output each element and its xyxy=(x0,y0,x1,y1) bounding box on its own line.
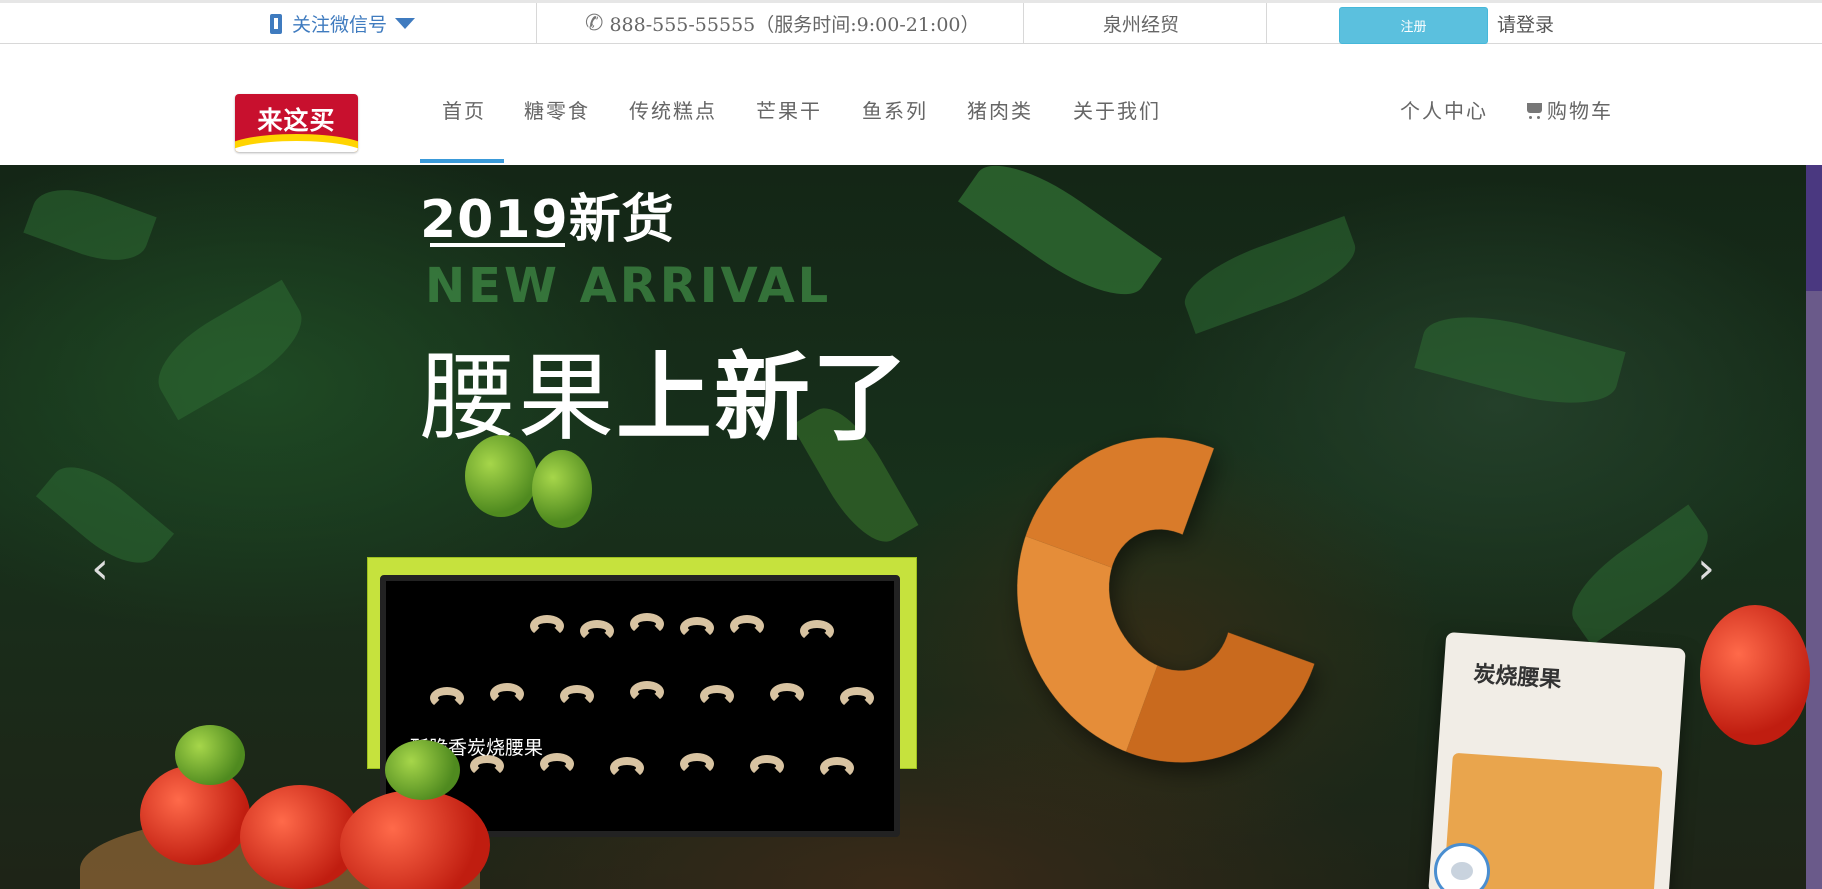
cashew-nut xyxy=(800,620,834,642)
cashew-nut xyxy=(730,615,764,637)
cashew-nut xyxy=(580,620,614,642)
cashew-nut xyxy=(540,753,574,775)
cashew-nut xyxy=(770,683,804,705)
logo-text: 来这买 xyxy=(257,106,336,135)
cashew-apple xyxy=(340,790,490,889)
cart-label: 购物车 xyxy=(1547,99,1613,123)
foliage xyxy=(958,165,1162,317)
divider xyxy=(1266,3,1267,44)
banner-underline xyxy=(430,243,565,247)
hotline: ✆ 888-555-55555（服务时间:9:00-21:00） xyxy=(585,3,980,44)
nav-active-indicator xyxy=(420,159,504,163)
roasted-cashew xyxy=(964,387,1376,813)
cashew-apple xyxy=(1700,605,1810,745)
top-bar: 关注微信号 ✆ 888-555-55555（服务时间:9:00-21:00） 泉… xyxy=(0,0,1822,44)
banner-english-title: NEW ARRIVAL xyxy=(425,258,832,314)
banner-year-title: 2019新货 xyxy=(420,190,675,250)
hotline-text: 888-555-55555（服务时间:9:00-21:00） xyxy=(609,14,980,36)
cashew-nut xyxy=(430,687,464,709)
chevron-right-icon: › xyxy=(1697,542,1715,594)
cashew-nut xyxy=(560,685,594,707)
headline-thin: 腰果 xyxy=(420,342,616,454)
phone-icon xyxy=(270,13,282,34)
cashew-nut xyxy=(700,685,734,707)
site-logo[interactable]: 来这买 xyxy=(235,94,358,152)
login-link[interactable]: 请登录 xyxy=(1497,3,1554,44)
nav-item-mango[interactable]: 芒果干 xyxy=(756,95,822,125)
cashew-nut xyxy=(385,740,460,800)
nav-item-candy[interactable]: 糖零食 xyxy=(524,95,590,125)
foliage xyxy=(143,279,317,421)
foliage xyxy=(1175,216,1365,334)
caret-down-icon xyxy=(395,18,416,29)
hero-carousel[interactable]: 2019新货 NEW ARRIVAL 腰果上新了 酥脆香炭烧腰果 炭烧腰果 ‹ … xyxy=(0,165,1822,889)
divider xyxy=(536,3,537,44)
cashew-nut xyxy=(630,681,664,703)
carousel-prev-button[interactable]: ‹ xyxy=(82,538,118,598)
foliage xyxy=(1414,300,1626,420)
cashew-nut xyxy=(630,613,664,635)
company-name: 泉州经贸 xyxy=(1103,14,1180,36)
nav-item-home[interactable]: 首页 xyxy=(442,95,486,125)
cart-icon xyxy=(1525,103,1543,119)
cashew-nut xyxy=(175,725,245,785)
carousel-next-button[interactable]: › xyxy=(1688,538,1724,598)
cashew-nut xyxy=(530,615,564,637)
cashew-nut xyxy=(610,757,644,779)
cashew-nut xyxy=(680,753,714,775)
cart-link[interactable]: 购物车 xyxy=(1525,95,1613,125)
wechat-follow[interactable]: 关注微信号 xyxy=(270,3,416,44)
cashew-apple xyxy=(532,450,592,528)
headline-bold: 上新了 xyxy=(616,342,910,454)
register-button[interactable]: 注册 xyxy=(1339,7,1488,44)
personal-center-link[interactable]: 个人中心 xyxy=(1400,95,1488,125)
wechat-label: 关注微信号 xyxy=(292,14,388,36)
chevron-left-icon: ‹ xyxy=(91,542,109,594)
foliage xyxy=(23,176,157,274)
telephone-icon: ✆ xyxy=(585,11,604,36)
cashew-nut xyxy=(750,755,784,777)
nav-item-about[interactable]: 关于我们 xyxy=(1073,95,1161,125)
side-strip xyxy=(1806,165,1822,889)
divider xyxy=(1023,3,1024,44)
cashew-nut xyxy=(840,687,874,709)
cashew-nut xyxy=(490,683,524,705)
main-nav: 来这买 首页 糖零食 传统糕点 芒果干 鱼系列 猪肉类 关于我们 个人中心 购物… xyxy=(0,44,1822,165)
cashew-nut xyxy=(680,617,714,639)
nav-item-pork[interactable]: 猪肉类 xyxy=(967,95,1033,125)
nav-item-pastry[interactable]: 传统糕点 xyxy=(629,95,717,125)
cashew-nut xyxy=(820,757,854,779)
package-title: 炭烧腰果 xyxy=(1472,661,1563,694)
cashew-apple xyxy=(465,435,537,517)
nav-item-fish[interactable]: 鱼系列 xyxy=(862,95,928,125)
side-strip-top xyxy=(1806,165,1822,291)
